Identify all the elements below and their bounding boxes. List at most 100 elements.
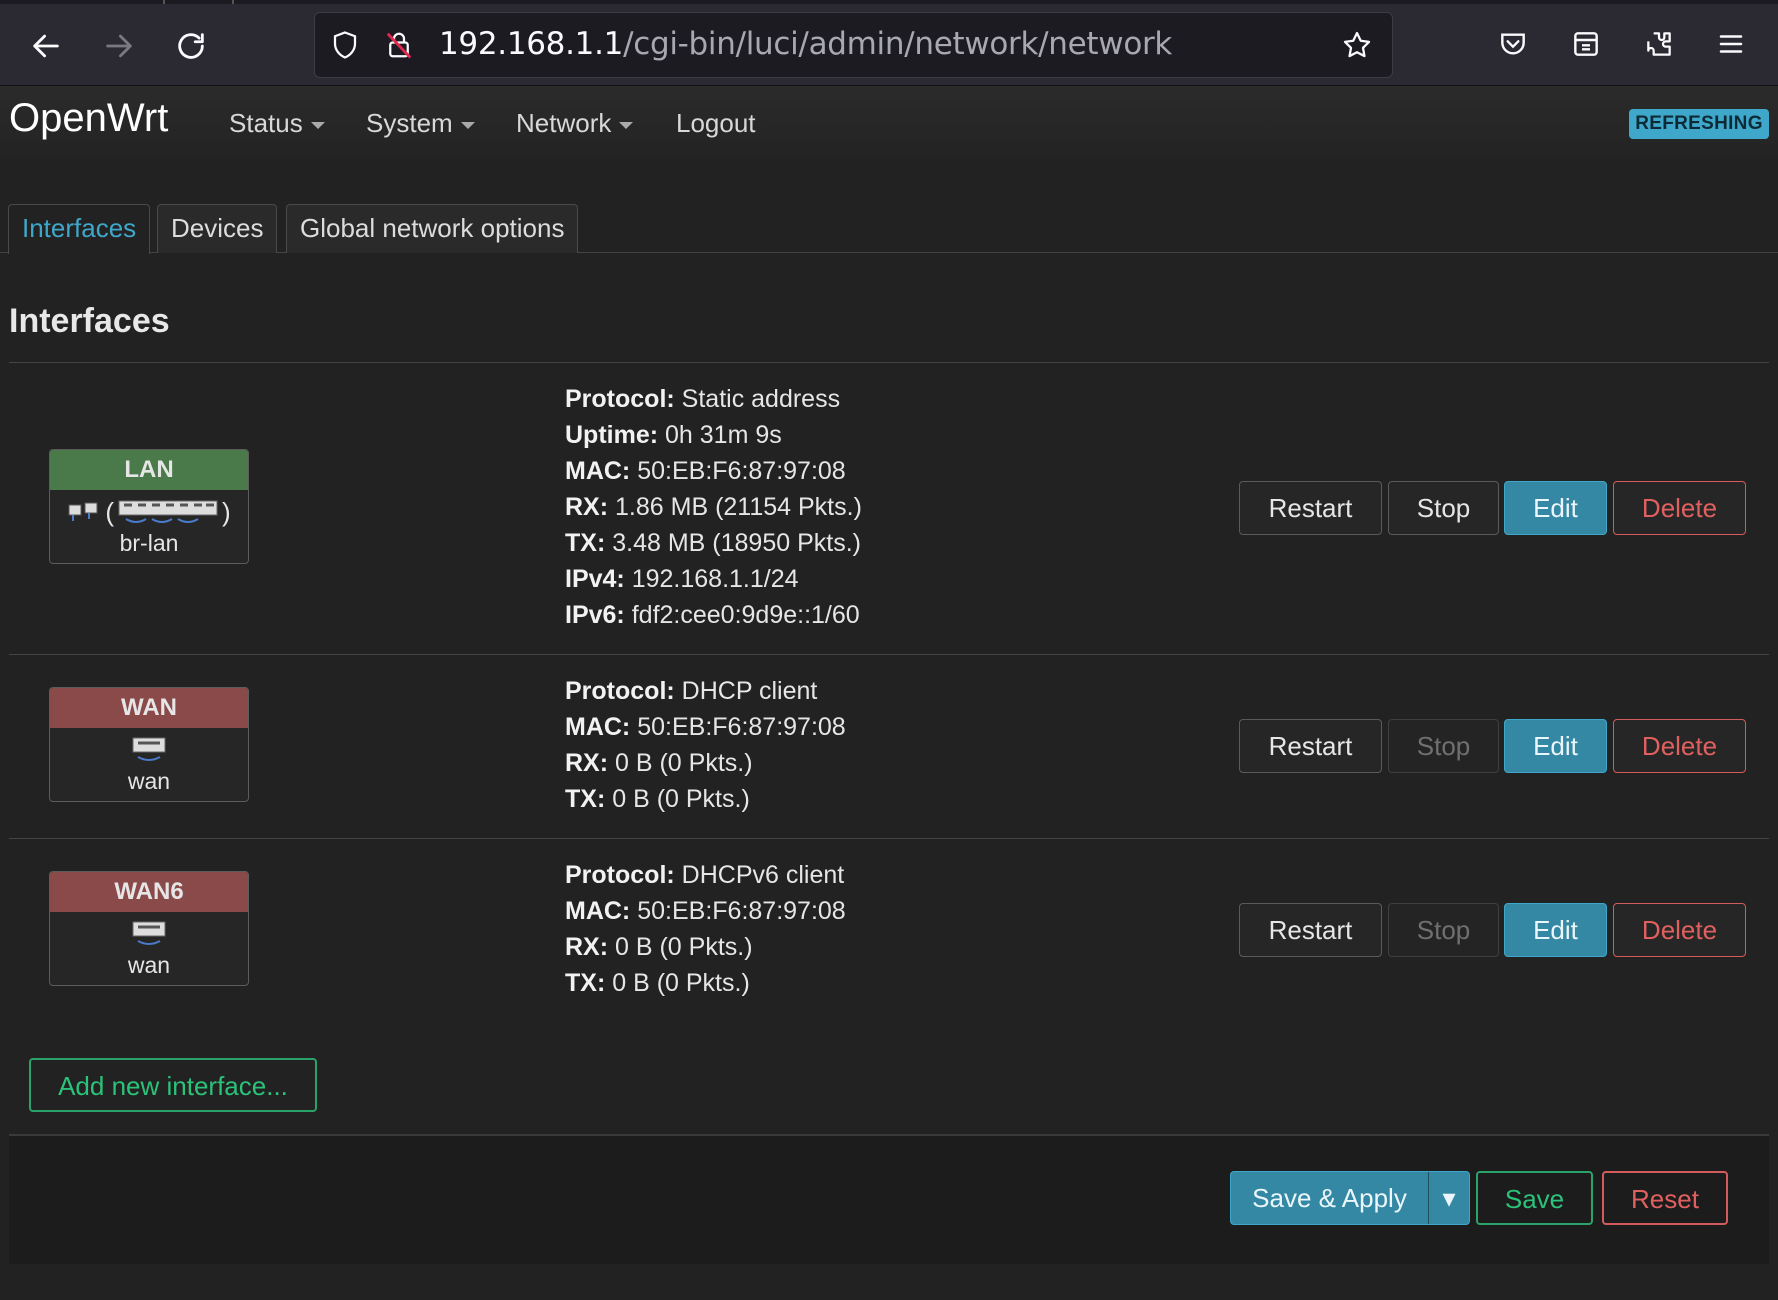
url-bar[interactable]: 192.168.1.1/cgi-bin/luci/admin/network/n… (314, 12, 1393, 78)
edit-button[interactable]: Edit (1504, 481, 1607, 535)
container-icon[interactable] (1564, 22, 1608, 66)
detail-line: TX: 0 B (0 Pkts.) (565, 781, 846, 817)
caret-down-icon (460, 121, 475, 129)
detail-value: DHCPv6 client (681, 861, 845, 889)
detail-line: MAC: 50:EB:F6:87:97:08 (565, 453, 862, 489)
reload-icon[interactable] (167, 22, 215, 70)
detail-line: Protocol: DHCPv6 client (565, 857, 846, 893)
detail-key: IPv6: (565, 601, 625, 629)
interface-details-wan: Protocol: DHCP client MAC: 50:EB:F6:87:9… (565, 673, 846, 817)
detail-value: DHCP client (681, 677, 818, 705)
detail-value: Static address (681, 385, 841, 413)
interface-name: WAN6 (50, 872, 248, 912)
device-icons (50, 732, 248, 768)
stop-button[interactable]: Stop (1388, 481, 1499, 535)
device-icons (50, 916, 248, 952)
ethernet-ports-icon (118, 500, 218, 523)
back-icon[interactable] (22, 22, 70, 70)
detail-line: TX: 3.48 MB (18950 Pkts.) (565, 525, 862, 561)
interface-badge-lan: LAN ( ) br-lan (49, 449, 249, 564)
save-apply-dropdown-icon[interactable]: ▾ (1429, 1172, 1469, 1224)
brand-logo[interactable]: OpenWrt (9, 96, 168, 141)
detail-value: 0 B (0 Pkts.) (615, 933, 753, 961)
detail-line: RX: 1.86 MB (21154 Pkts.) (565, 489, 862, 525)
detail-value: 50:EB:F6:87:97:08 (637, 713, 846, 741)
interface-details-lan: Protocol: Static address Uptime: 0h 31m … (565, 381, 862, 633)
menu-network-label: Network (516, 108, 612, 138)
stop-button[interactable]: Stop (1388, 719, 1499, 773)
detail-value: 0h 31m 9s (665, 421, 782, 449)
tab-interfaces[interactable]: Interfaces (8, 204, 151, 254)
ethernet-port-icon (132, 921, 166, 945)
device-icons: ( ) (50, 494, 248, 530)
url-path: /cgi-bin/luci/admin/network/network (623, 26, 1173, 62)
tab-strip-edge (0, 0, 1778, 4)
paren-close: ) (222, 496, 231, 527)
stop-button[interactable]: Stop (1388, 903, 1499, 957)
restart-button[interactable]: Restart (1239, 903, 1382, 957)
menu-logout-label: Logout (676, 108, 756, 138)
detail-key: Protocol: (565, 385, 675, 413)
save-button[interactable]: Save (1476, 1171, 1593, 1225)
caret-down-icon (310, 121, 325, 129)
restart-button[interactable]: Restart (1239, 481, 1382, 535)
caret-down-icon (619, 121, 634, 129)
detail-key: RX: (565, 933, 609, 961)
detail-line: TX: 0 B (0 Pkts.) (565, 965, 846, 1001)
delete-button[interactable]: Delete (1613, 903, 1746, 957)
divider (9, 838, 1769, 839)
menu-logout[interactable]: Logout (676, 108, 756, 139)
detail-value: 192.168.1.1/24 (631, 565, 799, 593)
detail-key: RX: (565, 493, 609, 521)
tab-devices[interactable]: Devices (157, 204, 278, 253)
pocket-icon[interactable] (1491, 22, 1535, 66)
tab-global-network-options[interactable]: Global network options (286, 204, 579, 253)
menu-status[interactable]: Status (229, 108, 325, 139)
url-text[interactable]: 192.168.1.1/cgi-bin/luci/admin/network/n… (439, 26, 1172, 62)
add-new-interface-button[interactable]: Add new interface... (29, 1058, 317, 1112)
section-title: Interfaces (9, 302, 170, 340)
delete-button[interactable]: Delete (1613, 481, 1746, 535)
save-apply-button-group[interactable]: Save & Apply ▾ (1230, 1171, 1470, 1225)
restart-button[interactable]: Restart (1239, 719, 1382, 773)
menu-network[interactable]: Network (516, 108, 634, 139)
menu-status-label: Status (229, 108, 303, 138)
menu-icon[interactable] (1709, 22, 1753, 66)
detail-line: RX: 0 B (0 Pkts.) (565, 929, 846, 965)
reset-button[interactable]: Reset (1602, 1171, 1728, 1225)
extensions-icon[interactable] (1637, 22, 1681, 66)
device-name: wan (127, 952, 171, 978)
detail-value: 0 B (0 Pkts.) (612, 785, 750, 813)
tab-edge (232, 0, 234, 4)
device-name: br-lan (119, 530, 179, 556)
detail-line: Protocol: DHCP client (565, 673, 846, 709)
detail-value: fdf2:cee0:9d9e::1/60 (631, 601, 860, 629)
save-apply-button[interactable]: Save & Apply (1231, 1172, 1429, 1224)
detail-line: IPv6: fdf2:cee0:9d9e::1/60 (565, 597, 862, 633)
detail-line: MAC: 50:EB:F6:87:97:08 (565, 709, 846, 745)
forward-icon[interactable] (95, 22, 143, 70)
detail-line: MAC: 50:EB:F6:87:97:08 (565, 893, 846, 929)
edit-button[interactable]: Edit (1504, 719, 1607, 773)
detail-key: Protocol: (565, 861, 675, 889)
tab-edge (163, 0, 165, 4)
star-icon[interactable] (1339, 27, 1375, 63)
shield-icon[interactable] (327, 27, 363, 63)
detail-key: TX: (565, 529, 606, 557)
paren-open: ( (105, 496, 114, 527)
interface-badge-wan6: WAN6 wan (49, 871, 249, 986)
insecure-lock-icon[interactable] (381, 27, 417, 63)
detail-value: 3.48 MB (18950 Pkts.) (612, 529, 861, 557)
detail-key: TX: (565, 785, 606, 813)
menu-system[interactable]: System (366, 108, 475, 139)
footer-actions-bar: Save & Apply ▾ Save Reset (9, 1134, 1769, 1264)
ethernet-port-icon (132, 737, 166, 761)
interface-name: LAN (50, 450, 248, 490)
detail-value: 50:EB:F6:87:97:08 (637, 457, 846, 485)
edit-button[interactable]: Edit (1504, 903, 1607, 957)
detail-value: 0 B (0 Pkts.) (612, 969, 750, 997)
detail-value: 50:EB:F6:87:97:08 (637, 897, 846, 925)
detail-key: RX: (565, 749, 609, 777)
delete-button[interactable]: Delete (1613, 719, 1746, 773)
detail-key: Protocol: (565, 677, 675, 705)
